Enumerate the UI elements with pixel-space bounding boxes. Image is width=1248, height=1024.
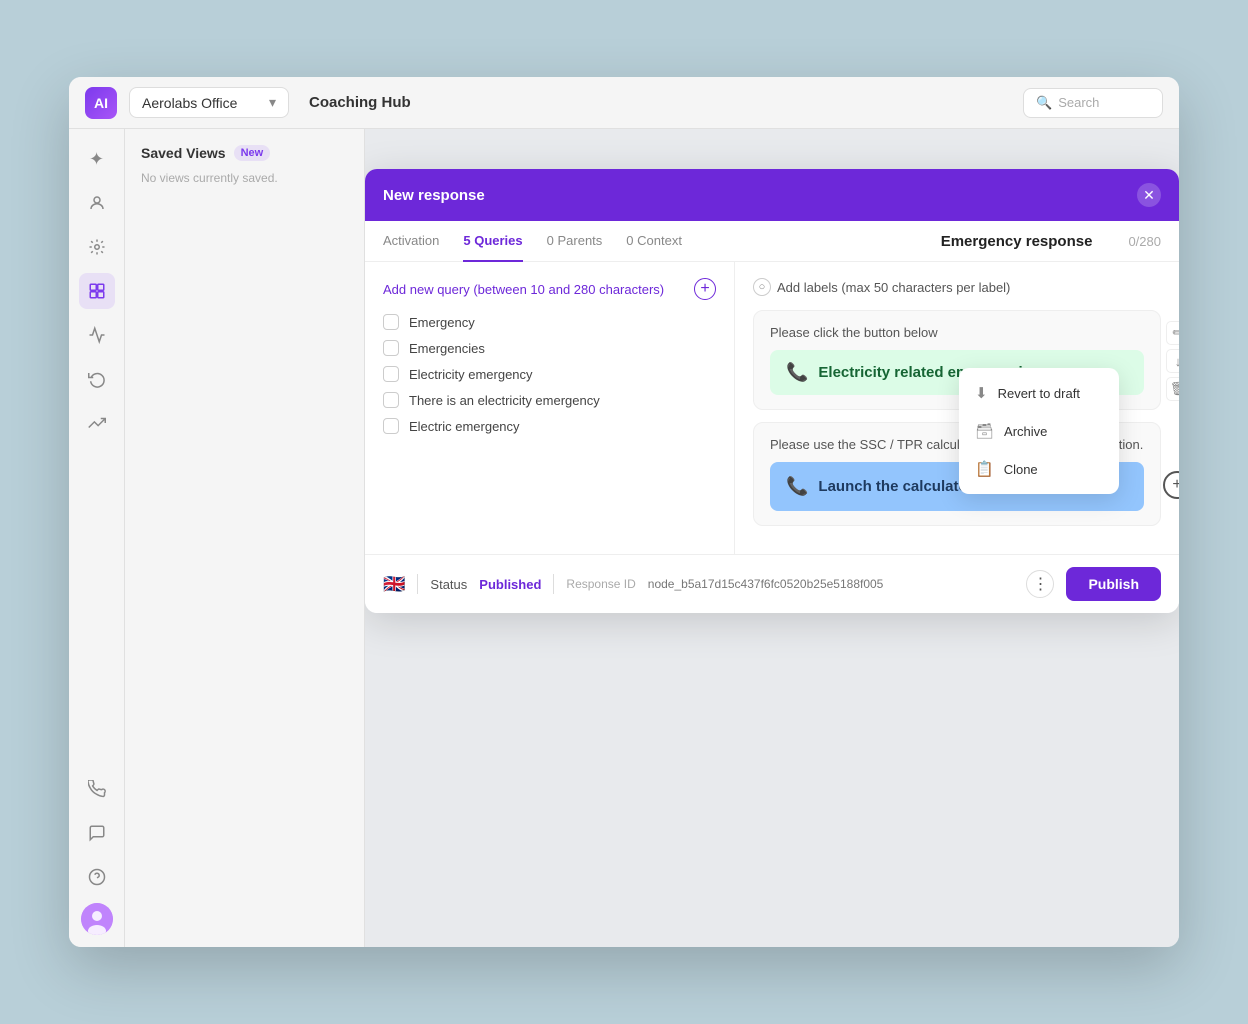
- divider: [417, 574, 418, 594]
- phone-icon-2: 📞: [786, 476, 808, 497]
- sidebar-icon-history[interactable]: [79, 361, 115, 397]
- query-item: Electricity emergency: [383, 366, 716, 382]
- clone-icon: 📋: [975, 460, 994, 478]
- workspace-selector[interactable]: Aerolabs Office ▾: [129, 87, 289, 118]
- label-icon: ○: [753, 278, 771, 296]
- query-text-2: Electricity emergency: [409, 367, 533, 382]
- add-labels-row: ○ Add labels (max 50 characters per labe…: [753, 278, 1161, 296]
- revert-to-draft-item[interactable]: ⬇ Revert to draft: [959, 374, 1119, 412]
- query-checkbox-1[interactable]: [383, 340, 399, 356]
- card-1-helper-text: Please click the button below: [770, 325, 1144, 340]
- top-bar: AI Aerolabs Office ▾ Coaching Hub 🔍 Sear…: [69, 77, 1179, 129]
- sidebar-icon-phone[interactable]: [79, 771, 115, 807]
- saved-views-header: Saved Views New: [141, 145, 348, 161]
- response-id-value: node_b5a17d15c437f6fc0520b25e5188f005: [648, 577, 884, 591]
- flag-icon: 🇬🇧: [383, 574, 405, 595]
- chevron-down-icon: ▾: [269, 94, 276, 111]
- modal: New response ✕ Activation 5 Queries: [365, 169, 1179, 613]
- sidebar-icon-analytics[interactable]: [79, 405, 115, 441]
- char-count: 0/280: [1128, 234, 1161, 249]
- query-item: Emergencies: [383, 340, 716, 356]
- sidebar-icon-settings[interactable]: [79, 229, 115, 265]
- query-text-0: Emergency: [409, 315, 475, 330]
- modal-close-button[interactable]: ✕: [1137, 183, 1161, 207]
- query-checkbox-0[interactable]: [383, 314, 399, 330]
- more-options-button[interactable]: ⋮: [1026, 570, 1054, 598]
- sidebar-icon-help[interactable]: [79, 859, 115, 895]
- tab-queries[interactable]: 5 Queries: [463, 221, 522, 262]
- archive-icon: 🗃: [975, 422, 994, 440]
- new-badge: New: [234, 145, 271, 161]
- search-bar[interactable]: 🔍 Search: [1023, 88, 1163, 118]
- modal-response-panel: ○ Add labels (max 50 characters per labe…: [735, 262, 1179, 554]
- clone-label: Clone: [1004, 462, 1038, 477]
- no-views-text: No views currently saved.: [141, 171, 278, 185]
- modal-title: New response: [383, 187, 485, 204]
- content-area: New response ✕ Activation 5 Queries: [365, 129, 1179, 947]
- modal-body: Add new query (between 10 and 280 charac…: [365, 262, 1179, 554]
- tab-parents[interactable]: 0 Parents: [547, 221, 603, 262]
- app-logo: AI: [85, 87, 117, 119]
- logo-text: AI: [94, 95, 108, 111]
- query-item: Electric emergency: [383, 418, 716, 434]
- divider: [553, 574, 554, 594]
- sidebar-icon-activity[interactable]: [79, 317, 115, 353]
- app-window: AI Aerolabs Office ▾ Coaching Hub 🔍 Sear…: [69, 77, 1179, 947]
- page-title: Coaching Hub: [309, 94, 411, 111]
- query-checkbox-4[interactable]: [383, 418, 399, 434]
- query-checkbox-2[interactable]: [383, 366, 399, 382]
- dropdown-menu: ⬇ Revert to draft 🗃 Archive 📋 Clone: [959, 368, 1119, 494]
- modal-query-panel: Add new query (between 10 and 280 charac…: [365, 262, 735, 554]
- query-checkbox-3[interactable]: [383, 392, 399, 408]
- sidebar-icon-hub[interactable]: [79, 273, 115, 309]
- revert-label: Revert to draft: [998, 386, 1080, 401]
- archive-label: Archive: [1004, 424, 1047, 439]
- workspace-name: Aerolabs Office: [142, 95, 237, 111]
- modal-tabs: Activation 5 Queries 0 Parents 0 Context…: [365, 221, 1179, 262]
- archive-item[interactable]: 🗃 Archive: [959, 412, 1119, 450]
- search-icon: 🔍: [1036, 95, 1052, 111]
- query-text-1: Emergencies: [409, 341, 485, 356]
- button-label-2: Launch the calculator: [818, 478, 973, 495]
- phone-icon: 📞: [786, 362, 808, 383]
- sidebar-icon-chat[interactable]: [79, 815, 115, 851]
- modal-header: New response ✕: [365, 169, 1179, 221]
- avatar[interactable]: [81, 903, 113, 935]
- close-icon: ✕: [1143, 187, 1155, 204]
- query-list: Emergency Emergencies Electricity emerge…: [383, 314, 716, 434]
- tab-activation[interactable]: Activation: [383, 221, 439, 262]
- left-panel: Saved Views New No views currently saved…: [125, 129, 365, 947]
- delete-icon[interactable]: 🗑: [1166, 377, 1179, 401]
- modal-overlay: New response ✕ Activation 5 Queries: [365, 129, 1179, 947]
- status-label: Status: [430, 577, 467, 592]
- add-labels-text: Add labels (max 50 characters per label): [777, 280, 1010, 295]
- modal-footer: 🇬🇧 Status Published Response ID node_b5a…: [365, 554, 1179, 613]
- response-id-label: Response ID: [566, 577, 635, 591]
- query-item: Emergency: [383, 314, 716, 330]
- query-text-3: There is an electricity emergency: [409, 393, 600, 408]
- add-query-row: Add new query (between 10 and 280 charac…: [383, 278, 716, 300]
- clone-item[interactable]: 📋 Clone: [959, 450, 1119, 488]
- add-query-link[interactable]: Add new query (between 10 and 280 charac…: [383, 282, 664, 297]
- publish-button[interactable]: Publish: [1066, 567, 1161, 601]
- add-response-button[interactable]: +: [1163, 471, 1179, 499]
- query-item: There is an electricity emergency: [383, 392, 716, 408]
- sidebar-icon-person[interactable]: [79, 185, 115, 221]
- sidebar: ✦: [69, 129, 125, 947]
- search-placeholder: Search: [1058, 95, 1099, 110]
- main-layout: ✦: [69, 129, 1179, 947]
- sidebar-icon-add[interactable]: ✦: [79, 141, 115, 177]
- status-value: Published: [479, 577, 541, 592]
- edit-icon[interactable]: ✏: [1166, 321, 1179, 345]
- revert-icon: ⬇: [975, 384, 988, 402]
- add-query-plus-button[interactable]: +: [694, 278, 716, 300]
- saved-views-title: Saved Views: [141, 145, 226, 161]
- query-text-4: Electric emergency: [409, 419, 520, 434]
- move-down-icon[interactable]: ↓: [1166, 349, 1179, 373]
- tab-context[interactable]: 0 Context: [626, 221, 682, 262]
- emergency-response-label: Emergency response: [941, 233, 1093, 250]
